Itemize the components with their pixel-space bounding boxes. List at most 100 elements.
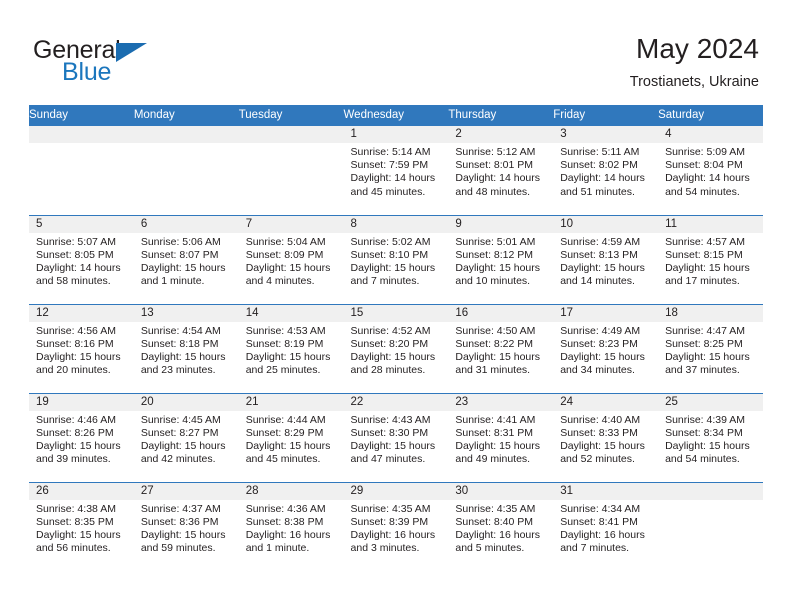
calendar-week-row: 26 Sunrise: 4:38 AM Sunset: 8:35 PM Dayligh… [29, 481, 763, 571]
sunrise-time: Sunrise: 4:38 AM [36, 502, 116, 515]
day-cell[interactable]: 22 Sunrise: 4:43 AM Sunset: 8:30 PM Dayligh… [343, 392, 449, 482]
daylight-duration-line1: Daylight: 15 hours [455, 261, 541, 274]
day-cell[interactable]: 20 Sunrise: 4:45 AM Sunset: 8:27 PM Dayligh… [133, 392, 239, 482]
day-cell[interactable]: 13 Sunrise: 4:54 AM Sunset: 8:18 PM Dayligh… [133, 303, 239, 393]
day-sun-info: Sunrise: 4:49 AM Sunset: 8:23 PM Daylight:… [553, 322, 658, 378]
sunset-time: Sunset: 8:19 PM [245, 337, 324, 350]
day-cell[interactable]: 14 Sunrise: 4:53 AM Sunset: 8:19 PM Dayligh… [238, 303, 344, 393]
day-sun-info: Sunrise: 5:07 AM Sunset: 8:05 PM Daylight:… [29, 233, 134, 289]
daylight-duration-line1: Daylight: 15 hours [140, 439, 226, 452]
day-sun-info: Sunrise: 5:04 AM Sunset: 8:09 PM Daylight:… [239, 233, 344, 289]
day-cell[interactable]: 30 Sunrise: 4:35 AM Sunset: 8:40 PM Dayligh… [448, 481, 554, 571]
day-cell[interactable]: 26 Sunrise: 4:38 AM Sunset: 8:35 PM Dayligh… [29, 481, 134, 571]
daylight-duration-line1: Daylight: 15 hours [665, 439, 750, 452]
day-cell[interactable]: 31 Sunrise: 4:34 AM Sunset: 8:41 PM Dayligh… [553, 481, 659, 571]
sunrise-time: Sunrise: 4:44 AM [245, 413, 326, 426]
sunrise-time: Sunrise: 4:39 AM [665, 413, 746, 426]
column-header-tuesday: Tuesday [238, 105, 344, 126]
day-cell[interactable]: 18 Sunrise: 4:47 AM Sunset: 8:25 PM Dayligh… [658, 303, 763, 393]
day-number: 29 [343, 482, 449, 500]
day-cell[interactable]: 10 Sunrise: 4:59 AM Sunset: 8:13 PM Dayligh… [553, 214, 659, 304]
sunset-time: Sunset: 8:16 PM [36, 337, 114, 350]
sunset-time: Sunset: 8:12 PM [455, 248, 534, 261]
calendar-body: 1 Sunrise: 5:14 AM Sunset: 7:59 PM Daylight… [29, 126, 763, 571]
day-cell[interactable]: 19 Sunrise: 4:46 AM Sunset: 8:26 PM Dayligh… [29, 392, 134, 482]
calendar-week-row: 1 Sunrise: 5:14 AM Sunset: 7:59 PM Daylight… [29, 126, 763, 215]
sunset-time: Sunset: 8:09 PM [245, 248, 324, 261]
daylight-duration-line1: Daylight: 15 hours [455, 350, 541, 363]
daylight-duration-line1: Daylight: 15 hours [140, 528, 226, 541]
day-cell[interactable]: 2 Sunrise: 5:12 AM Sunset: 8:01 PM Daylight… [448, 126, 554, 215]
day-cell[interactable]: 11 Sunrise: 4:57 AM Sunset: 8:15 PM Dayligh… [658, 214, 763, 304]
day-cell[interactable]: 7 Sunrise: 5:04 AM Sunset: 8:09 PM Daylight… [238, 214, 344, 304]
daylight-duration-line2: and 7 minutes. [350, 275, 420, 288]
day-number: 5 [29, 215, 134, 233]
sunset-time: Sunset: 8:36 PM [140, 515, 219, 528]
day-cell[interactable]: 6 Sunrise: 5:06 AM Sunset: 8:07 PM Daylight… [133, 214, 239, 304]
day-number: 22 [343, 393, 449, 411]
day-sun-info: Sunrise: 4:59 AM Sunset: 8:13 PM Daylight:… [553, 233, 658, 289]
daylight-duration-line2: and 28 minutes. [350, 364, 426, 377]
sunrise-time: Sunrise: 4:36 AM [245, 502, 326, 515]
day-cell[interactable]: 21 Sunrise: 4:44 AM Sunset: 8:29 PM Dayligh… [238, 392, 344, 482]
day-cell[interactable]: 4 Sunrise: 5:09 AM Sunset: 8:04 PM Daylight… [658, 126, 763, 215]
daylight-duration-line1: Daylight: 15 hours [350, 350, 436, 363]
sunrise-time: Sunrise: 4:49 AM [560, 324, 641, 337]
day-cell[interactable]: 23 Sunrise: 4:41 AM Sunset: 8:31 PM Dayligh… [448, 392, 554, 482]
day-cell[interactable]: 17 Sunrise: 4:49 AM Sunset: 8:23 PM Dayligh… [553, 303, 659, 393]
day-cell[interactable]: 29 Sunrise: 4:35 AM Sunset: 8:39 PM Dayligh… [343, 481, 449, 571]
day-sun-info: Sunrise: 4:57 AM Sunset: 8:15 PM Daylight:… [658, 233, 763, 289]
daylight-duration-line2: and 47 minutes. [350, 453, 426, 466]
daylight-duration-line2: and 48 minutes. [455, 185, 531, 198]
day-cell[interactable]: 8 Sunrise: 5:02 AM Sunset: 8:10 PM Daylight… [343, 214, 449, 304]
location-subtitle: Trostianets, Ukraine [629, 74, 759, 90]
daylight-duration-line2: and 10 minutes. [455, 275, 531, 288]
day-cell[interactable]: 25 Sunrise: 4:39 AM Sunset: 8:34 PM Dayligh… [658, 392, 763, 482]
column-header-saturday: Saturday [658, 105, 763, 126]
day-number [29, 126, 134, 143]
sunrise-time: Sunrise: 5:14 AM [350, 146, 431, 158]
sunset-time: Sunset: 8:20 PM [350, 337, 429, 350]
day-cell[interactable]: 24 Sunrise: 4:40 AM Sunset: 8:33 PM Dayligh… [553, 392, 659, 482]
day-cell[interactable]: 16 Sunrise: 4:50 AM Sunset: 8:22 PM Dayligh… [448, 303, 554, 393]
sunset-time: Sunset: 8:10 PM [350, 248, 429, 261]
day-sun-info: Sunrise: 4:36 AM Sunset: 8:38 PM Daylight:… [239, 500, 344, 556]
day-number: 16 [448, 304, 554, 322]
day-cell[interactable]: 5 Sunrise: 5:07 AM Sunset: 8:05 PM Daylight… [29, 214, 134, 304]
sunrise-time: Sunrise: 5:01 AM [455, 235, 536, 248]
day-cell[interactable]: 1 Sunrise: 5:14 AM Sunset: 7:59 PM Daylight… [343, 126, 449, 215]
sunset-time: Sunset: 8:25 PM [665, 337, 743, 350]
daylight-duration-line1: Daylight: 15 hours [455, 439, 541, 452]
day-cell[interactable]: 9 Sunrise: 5:01 AM Sunset: 8:12 PM Daylight… [448, 214, 554, 304]
day-cell[interactable]: 3 Sunrise: 5:11 AM Sunset: 8:02 PM Daylight… [553, 126, 659, 215]
day-sun-info: Sunrise: 4:43 AM Sunset: 8:30 PM Daylight:… [344, 411, 449, 467]
calendar-week-row: 12 Sunrise: 4:56 AM Sunset: 8:16 PM Dayligh… [29, 303, 763, 393]
day-cell[interactable]: 12 Sunrise: 4:56 AM Sunset: 8:16 PM Dayligh… [29, 303, 134, 393]
day-number: 21 [238, 393, 344, 411]
daylight-duration-line1: Daylight: 15 hours [140, 261, 226, 274]
day-number: 15 [343, 304, 449, 322]
day-sun-info: Sunrise: 4:35 AM Sunset: 8:40 PM Daylight:… [448, 500, 553, 556]
daylight-duration-line2: and 20 minutes. [36, 364, 111, 377]
daylight-duration-line1: Daylight: 15 hours [245, 350, 331, 363]
daylight-duration-line2: and 45 minutes. [350, 185, 426, 198]
day-cell[interactable]: 15 Sunrise: 4:52 AM Sunset: 8:20 PM Dayligh… [343, 303, 449, 393]
daylight-duration-line1: Daylight: 15 hours [140, 350, 226, 363]
calendar-grid: Sunday Monday Tuesday Wednesday Thursday… [29, 105, 763, 571]
daylight-duration-line1: Daylight: 15 hours [560, 439, 645, 452]
day-number: 25 [658, 393, 763, 411]
day-cell[interactable]: 27 Sunrise: 4:37 AM Sunset: 8:36 PM Dayligh… [133, 481, 239, 571]
sunrise-time: Sunrise: 4:43 AM [350, 413, 431, 426]
brand-logo[interactable]: General Blue [33, 36, 263, 92]
sunset-time: Sunset: 8:34 PM [665, 426, 743, 439]
day-cell-empty [133, 126, 239, 215]
daylight-duration-line1: Daylight: 16 hours [560, 528, 645, 541]
day-cell[interactable]: 28 Sunrise: 4:36 AM Sunset: 8:38 PM Dayligh… [238, 481, 344, 571]
column-header-friday: Friday [553, 105, 659, 126]
daylight-duration-line2: and 49 minutes. [455, 453, 531, 466]
day-sun-info: Sunrise: 4:47 AM Sunset: 8:25 PM Daylight:… [658, 322, 763, 378]
day-sun-info: Sunrise: 4:44 AM Sunset: 8:29 PM Daylight:… [239, 411, 344, 467]
day-number [238, 126, 344, 143]
day-sun-info: Sunrise: 4:45 AM Sunset: 8:27 PM Daylight:… [134, 411, 239, 467]
day-cell-empty [29, 126, 134, 215]
